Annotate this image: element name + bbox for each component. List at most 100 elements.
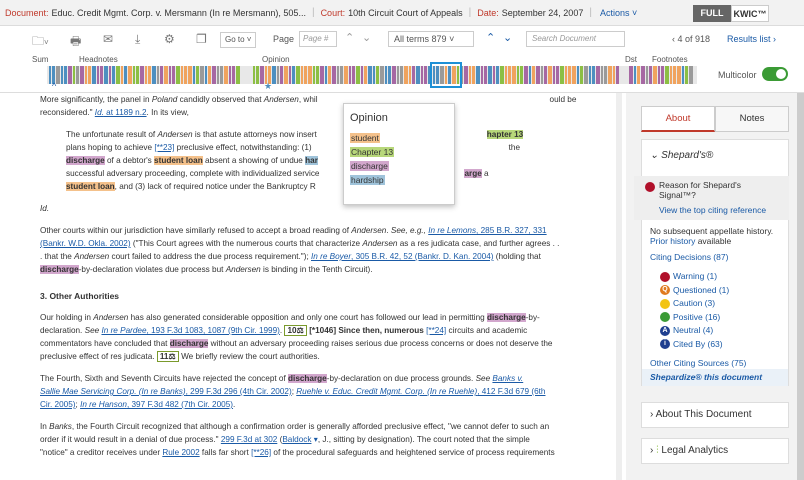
court-value: 10th Circuit Court of Appeals: [348, 7, 463, 18]
heatmap-bar: [397, 66, 399, 84]
tab-notes[interactable]: Notes: [715, 106, 789, 132]
heatmap-bar: [164, 66, 168, 84]
download-icon[interactable]: ⤓: [135, 32, 140, 47]
heatmap-bar: [421, 66, 423, 84]
shepards-signal-box: Reason for Shepard's Signal™? View the t…: [634, 176, 789, 220]
heatmap-bar: [682, 66, 684, 84]
court-key: Court:: [320, 7, 346, 18]
judge-link[interactable]: Baldock: [282, 435, 311, 444]
page-ref-link[interactable]: [**26]: [251, 448, 271, 457]
legal-analytics-section[interactable]: › ⫶ Legal Analytics: [641, 438, 789, 464]
page-number-input[interactable]: Page #: [299, 31, 337, 47]
heatmap-bar: [352, 66, 355, 84]
prior-history-link[interactable]: Prior history: [650, 236, 695, 246]
heatmap-bar: [500, 66, 504, 84]
results-list-link[interactable]: Results list ›: [727, 34, 776, 44]
term-hardship[interactable]: hardship: [350, 175, 385, 185]
rule-link[interactable]: Rule 2002: [162, 448, 199, 457]
print-icon[interactable]: 🖶: [70, 32, 81, 53]
search-terms-dropdown[interactable]: All terms 879 ˅: [388, 31, 474, 47]
warning-signal-icon: [645, 182, 655, 192]
heatmap-bar: [572, 66, 576, 84]
heatmap-bar: [520, 66, 523, 84]
actions-menu[interactable]: Actions ˅: [600, 8, 637, 18]
signal-item[interactable]: Warning (1): [660, 271, 717, 282]
term-chapter-13[interactable]: Chapter 13: [350, 147, 395, 157]
sidebar-scrollbar[interactable]: [797, 93, 804, 480]
heatmap-bar: [112, 66, 115, 84]
citation-link[interactable]: In re Pardee: [101, 326, 146, 335]
page-ref-link[interactable]: [**23]: [154, 143, 174, 152]
heatmap-bar: [388, 66, 391, 84]
goto-dropdown[interactable]: Go to ˅: [220, 32, 257, 48]
heatmap-bar: [73, 66, 75, 84]
heatmap-bar: [109, 66, 111, 84]
citation-link[interactable]: Sallie Mae Servicing Corp. (In re Banks): [40, 387, 186, 396]
heatmap-bar: [308, 66, 312, 84]
heatmap-bar: [484, 66, 487, 84]
shepardize-link[interactable]: Shepardize® this document: [642, 369, 788, 386]
copy-icon[interactable]: ❐: [196, 32, 207, 46]
heatmap-bar: [88, 66, 91, 84]
heatmap-bar: [629, 66, 633, 84]
signal-item[interactable]: i Cited By (63): [660, 339, 723, 350]
share-icon[interactable]: ⚙: [164, 32, 175, 46]
citation-link[interactable]: (Bankr. W.D. Okla. 2002): [40, 239, 131, 248]
citation-link[interactable]: 299 F.3d at 302: [221, 435, 277, 444]
heatmap-bar: [392, 66, 396, 84]
headnote-marker[interactable]: 11⚖: [156, 351, 179, 362]
shepards-header[interactable]: ⌄ Shepard's®: [650, 150, 713, 161]
heatmap-page-selector[interactable]: [430, 62, 462, 88]
heatmap-bar: [325, 66, 327, 84]
heatmap-bar: [424, 66, 427, 84]
headnote-marker[interactable]: 10⚖: [284, 325, 307, 336]
previous-page-icon[interactable]: ⌃: [345, 31, 354, 44]
citation-link[interactable]: In re Boyer: [311, 252, 351, 261]
signal-item[interactable]: Positive (16): [660, 312, 720, 323]
opinion-terms-popup: Opinion student Chapter 13 discharge har…: [343, 103, 455, 205]
other-citing-sources-link[interactable]: Other Citing Sources (75): [650, 358, 746, 368]
signal-item[interactable]: Q Questioned (1): [660, 285, 729, 296]
about-document-section[interactable]: › About This Document: [641, 402, 789, 428]
previous-term-icon[interactable]: ⌃: [486, 31, 495, 44]
signal-item[interactable]: A Neutral (4): [660, 325, 713, 336]
tab-about[interactable]: About: [641, 106, 715, 132]
heatmap-bar: [373, 66, 375, 84]
citation-link[interactable]: , 305 B.R. 42, 52 (Bankr. D. Kan. 2004): [351, 252, 493, 261]
heatmap-bar: [380, 66, 384, 84]
multicolor-toggle[interactable]: [762, 67, 788, 81]
next-page-icon[interactable]: ⌄: [362, 31, 371, 44]
term-discharge[interactable]: discharge: [350, 161, 389, 171]
heatmap-bar: [301, 66, 303, 84]
citation-link[interactable]: , 397 F.3d 482 (7th Cir. 2005): [127, 400, 233, 409]
page-ref-link[interactable]: [**24]: [426, 326, 446, 335]
heatmap-bar: [589, 66, 591, 84]
next-term-icon[interactable]: ⌄: [503, 31, 512, 44]
top-citing-reference-link[interactable]: View the top citing reference: [659, 205, 766, 215]
heatmap-bar: [634, 66, 636, 84]
citation-link[interactable]: In re Hanson: [80, 400, 127, 409]
term-heatmap[interactable]: [47, 66, 697, 84]
citation-link[interactable]: , 285 B.R. 327, 331: [476, 226, 547, 235]
document-scrollbar[interactable]: [616, 93, 622, 480]
citation-link[interactable]: , 193 F.3d 1083, 1087 (9th Cir. 1999): [147, 326, 280, 335]
citation-link[interactable]: Cir. 2005): [40, 400, 76, 409]
citation-link[interactable]: at 1189 n.2: [104, 108, 146, 117]
term-student[interactable]: student: [350, 133, 380, 143]
citing-decisions-link[interactable]: Citing Decisions (87): [650, 252, 728, 262]
kwic-view-button[interactable]: KWIC™: [731, 5, 769, 22]
folder-icon[interactable]: 🗀˅: [32, 32, 49, 53]
signal-item[interactable]: Caution (3): [660, 298, 715, 309]
signal-label: Neutral (4): [673, 325, 714, 335]
heatmap-bar: [685, 66, 688, 84]
citation-link[interactable]: , 412 F.3d 679 (6th: [477, 387, 545, 396]
citation-link[interactable]: , 299 F.3d 296 (4th Cir. 2002): [186, 387, 292, 396]
citation-link[interactable]: Banks v.: [492, 374, 523, 383]
heatmap-bar: [476, 66, 480, 84]
citation-link[interactable]: Id.: [95, 108, 104, 117]
search-document-input[interactable]: Search Document: [526, 31, 625, 47]
citation-link[interactable]: In re Lemons: [428, 226, 476, 235]
email-icon[interactable]: ✉: [103, 32, 113, 46]
full-view-button[interactable]: FULL: [693, 5, 731, 22]
citation-link[interactable]: Ruehle v. Educ. Credit Mgmt. Corp. (In r…: [296, 387, 477, 396]
